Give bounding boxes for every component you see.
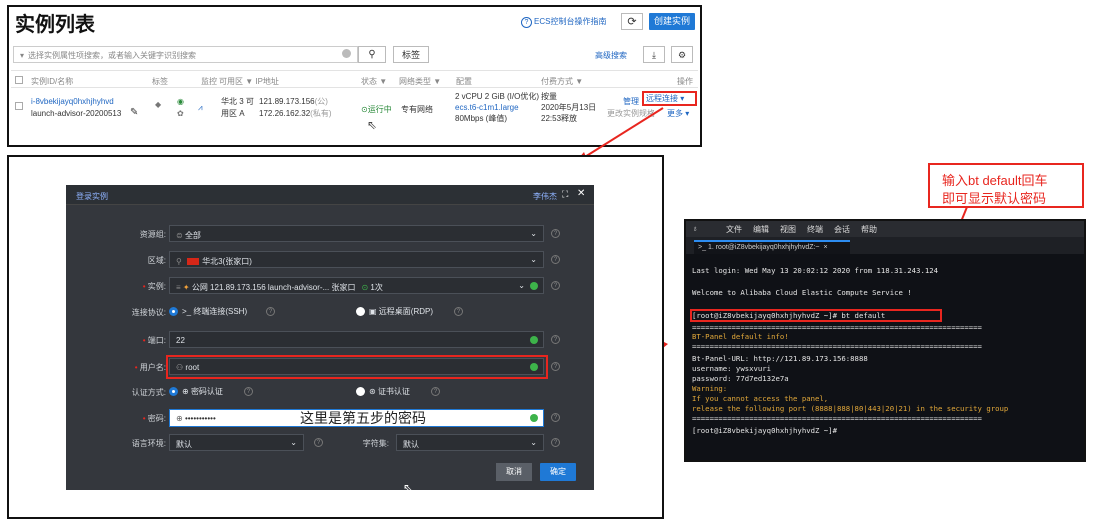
terminal-line-warning-1: If you cannot access the panel, xyxy=(692,394,829,403)
dialog-title-bar: 登录实例 李伟杰 ⛶ ✕ xyxy=(66,185,594,205)
cert-auth-option[interactable]: ⊛ 证书认证 xyxy=(369,386,410,397)
app-icon: ♁ xyxy=(692,224,698,233)
location-pin-icon: ⚲ xyxy=(176,257,185,266)
user-icon: ⚇ xyxy=(176,363,186,372)
help-icon[interactable]: ? xyxy=(551,438,560,447)
protocol-label: 连接协议: xyxy=(131,308,166,317)
close-icon[interactable]: ✕ xyxy=(577,188,585,199)
status-circle-icon: ⊙ xyxy=(361,283,369,292)
terminal-tab[interactable]: >_ 1. root@iZ8vbekijayq0hxhjhyhvdZ:~ × xyxy=(694,240,850,254)
terminal-separator: ========================================… xyxy=(692,342,982,351)
cancel-button[interactable]: 取消 xyxy=(496,463,532,481)
confirm-button[interactable]: 确定 xyxy=(540,463,576,481)
terminal-line-login: Last login: Wed May 13 20:02:12 2020 fro… xyxy=(692,266,939,275)
help-icon[interactable]: ? xyxy=(454,307,463,316)
terminal-separator: ========================================… xyxy=(692,414,982,423)
login-instance-dialog: 登录实例 李伟杰 ⛶ ✕ 资源组: ⊜ 全部 ⌄ ? 区域: ⚲ 华北3(张家口)… xyxy=(66,185,594,495)
username-input[interactable]: ⚇ root xyxy=(169,358,544,375)
help-icon[interactable]: ? xyxy=(314,438,323,447)
help-icon[interactable]: ? xyxy=(244,387,253,396)
password-auth-radio[interactable] xyxy=(169,387,178,396)
mouse-cursor-icon: ⇖ xyxy=(403,481,414,495)
terminal-line-welcome: Welcome to Alibaba Cloud Elastic Compute… xyxy=(692,288,912,297)
certificate-icon: ⊛ xyxy=(369,387,378,396)
port-input[interactable]: 22 xyxy=(169,331,544,348)
ssh-radio[interactable] xyxy=(169,307,178,316)
chevron-down-icon: ⌄ xyxy=(530,229,537,238)
valid-check-icon xyxy=(530,414,538,422)
china-flag-icon xyxy=(187,258,200,266)
auth-label: 认证方式: xyxy=(131,388,166,397)
arrow-line-remote-to-login xyxy=(579,107,664,161)
terminal-line-url: Bt-Panel-URL: http://121.89.173.156:8888 xyxy=(692,354,868,363)
chevron-down-icon: ⌄ xyxy=(290,438,297,447)
terminal-icon: >_ xyxy=(182,307,194,316)
region-label: 区域: xyxy=(147,256,166,265)
username-label: • 用户名: xyxy=(134,363,166,372)
chevron-down-icon: ⌄ xyxy=(530,438,537,447)
rdp-option[interactable]: ▣ 远程桌面(RDP) xyxy=(369,306,433,317)
menu-help[interactable]: 帮助 xyxy=(861,224,877,235)
terminal-icon: >_ xyxy=(698,244,708,251)
close-icon[interactable]: × xyxy=(824,244,828,251)
dialog-title: 登录实例 xyxy=(76,192,108,201)
current-user: 李伟杰 xyxy=(533,192,557,201)
port-label: • 端口: xyxy=(142,336,166,345)
terminal-line-username: username: ywsxvuri xyxy=(692,364,772,373)
ssh-option[interactable]: >_ 终端连接(SSH) xyxy=(182,306,247,317)
help-icon[interactable]: ? xyxy=(551,362,560,371)
help-icon[interactable]: ? xyxy=(551,335,560,344)
lock-icon: ⊕ xyxy=(182,387,191,396)
locale-label: 语言环境: xyxy=(131,439,166,448)
terminal-line-command: [root@iZ8vbekijayq0hxhjhyhvdZ ~]# bt def… xyxy=(692,311,886,320)
resource-group-select[interactable]: ⊜ 全部 ⌄ xyxy=(169,225,544,242)
menu-view[interactable]: 视图 xyxy=(780,224,796,235)
instance-label: • 实例: xyxy=(142,282,166,291)
chevron-down-icon: ⌄ xyxy=(518,281,525,290)
valid-check-icon xyxy=(530,363,538,371)
terminal-line-prompt: [root@iZ8vbekijayq0hxhjhyhvdZ ~]# xyxy=(692,426,837,435)
chevron-down-icon: ⌄ xyxy=(530,255,537,264)
desktop-icon: ▣ xyxy=(369,307,379,316)
menu-file[interactable]: 文件 xyxy=(726,224,742,235)
password-label: • 密码: xyxy=(142,414,166,423)
annotation-line1: 输入bt default回车 xyxy=(942,173,1048,188)
lock-icon: ⊕ xyxy=(176,414,185,423)
terminal-line-warning-2: release the following port (8888|888|80|… xyxy=(692,404,1009,413)
annotation-callout: 输入bt default回车 即可显示默认密码 xyxy=(928,163,1084,208)
charset-select[interactable]: 默认 ⌄ xyxy=(396,434,544,451)
menu-session[interactable]: 会话 xyxy=(834,224,850,235)
fullscreen-icon[interactable]: ⛶ xyxy=(562,189,568,200)
valid-check-icon xyxy=(530,282,538,290)
terminal-line-warning: Warning: xyxy=(692,384,728,393)
help-icon[interactable]: ? xyxy=(266,307,275,316)
menu-terminal[interactable]: 终端 xyxy=(807,224,823,235)
resource-group-label: 资源组: xyxy=(139,230,166,239)
rdp-radio[interactable] xyxy=(356,307,365,316)
terminal-menubar: ♁ 文件 编辑 视图 终端 会话 帮助 xyxy=(686,221,1084,237)
help-icon[interactable]: ? xyxy=(551,413,560,422)
terminal-line-password: password: 77d7ed132e7a xyxy=(692,374,789,383)
instance-icon: ✦ xyxy=(182,283,192,292)
help-icon[interactable]: ? xyxy=(551,281,560,290)
menu-edit[interactable]: 编辑 xyxy=(753,224,769,235)
terminal-window: ♁ 文件 编辑 视图 终端 会话 帮助 >_ 1. root@iZ8vbekij… xyxy=(684,219,1086,462)
help-icon[interactable]: ? xyxy=(431,387,440,396)
help-icon[interactable]: ? xyxy=(551,229,560,238)
password-annotation: 这里是第五步的密码 xyxy=(300,410,426,426)
password-auth-option[interactable]: ⊕ 密码认证 xyxy=(182,386,223,397)
charset-label: 字符集: xyxy=(362,439,389,448)
folder-icon: ⊜ xyxy=(176,231,185,240)
terminal-line-bt-info: BT-Panel default info! xyxy=(692,332,789,341)
region-select[interactable]: ⚲ 华北3(张家口) ⌄ xyxy=(169,251,544,268)
instance-select[interactable]: ≡ ✦ 公网 121.89.173.156 launch-advisor-...… xyxy=(169,277,544,294)
locale-select[interactable]: 默认 ⌄ xyxy=(169,434,304,451)
help-icon[interactable]: ? xyxy=(551,255,560,264)
annotation-line2: 即可显示默认密码 xyxy=(942,191,1047,206)
valid-check-icon xyxy=(530,336,538,344)
cert-auth-radio[interactable] xyxy=(356,387,365,396)
list-icon: ≡ xyxy=(176,283,183,292)
